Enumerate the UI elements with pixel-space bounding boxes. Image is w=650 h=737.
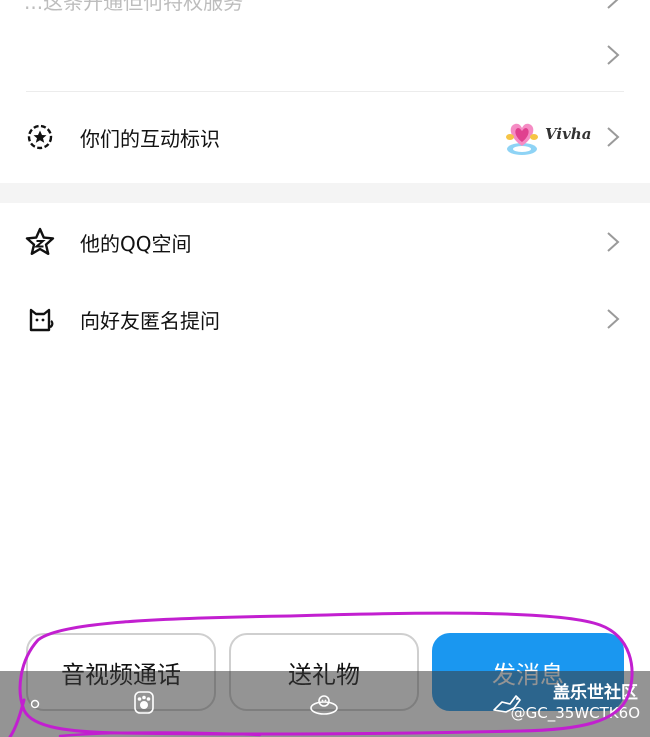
watermark-title: 盖乐世社区 [553,683,638,703]
chevron-right-icon [607,0,619,9]
chevron-right-icon [607,232,620,252]
divider [26,91,624,92]
row-label: 向好友匿名提问 [80,308,220,333]
row-qq-space[interactable]: 他的QQ空间 [0,210,650,274]
cat-icon [29,308,54,332]
star-icon [25,227,55,255]
row-anonymous-question[interactable]: 向好友匿名提问 [0,287,650,351]
chevron-right-icon [607,45,620,65]
chevron-right-icon [607,309,620,329]
row-label: 他的QQ空间 [80,231,192,256]
chevron-right-icon [607,127,620,147]
section-separator [0,183,650,203]
gift-animal-icon [310,695,338,715]
dot-icon [30,699,40,709]
badge-text: Vivha [545,125,592,143]
gear-star-icon [27,124,53,150]
empty-row[interactable] [0,30,650,80]
row-label: 你们的互动标识 [80,126,220,151]
heart-badge-icon [506,123,538,155]
cut-off-row-label: ...这条开通但何特权服务 [24,0,244,14]
cut-off-row[interactable]: ...这条开通但何特权服务 [0,0,650,22]
row-interaction-badge[interactable]: 你们的互动标识 Vivha [0,105,650,169]
watermark-handle: @GC_35WCTK6O [510,704,640,722]
paw-icon [134,691,154,714]
